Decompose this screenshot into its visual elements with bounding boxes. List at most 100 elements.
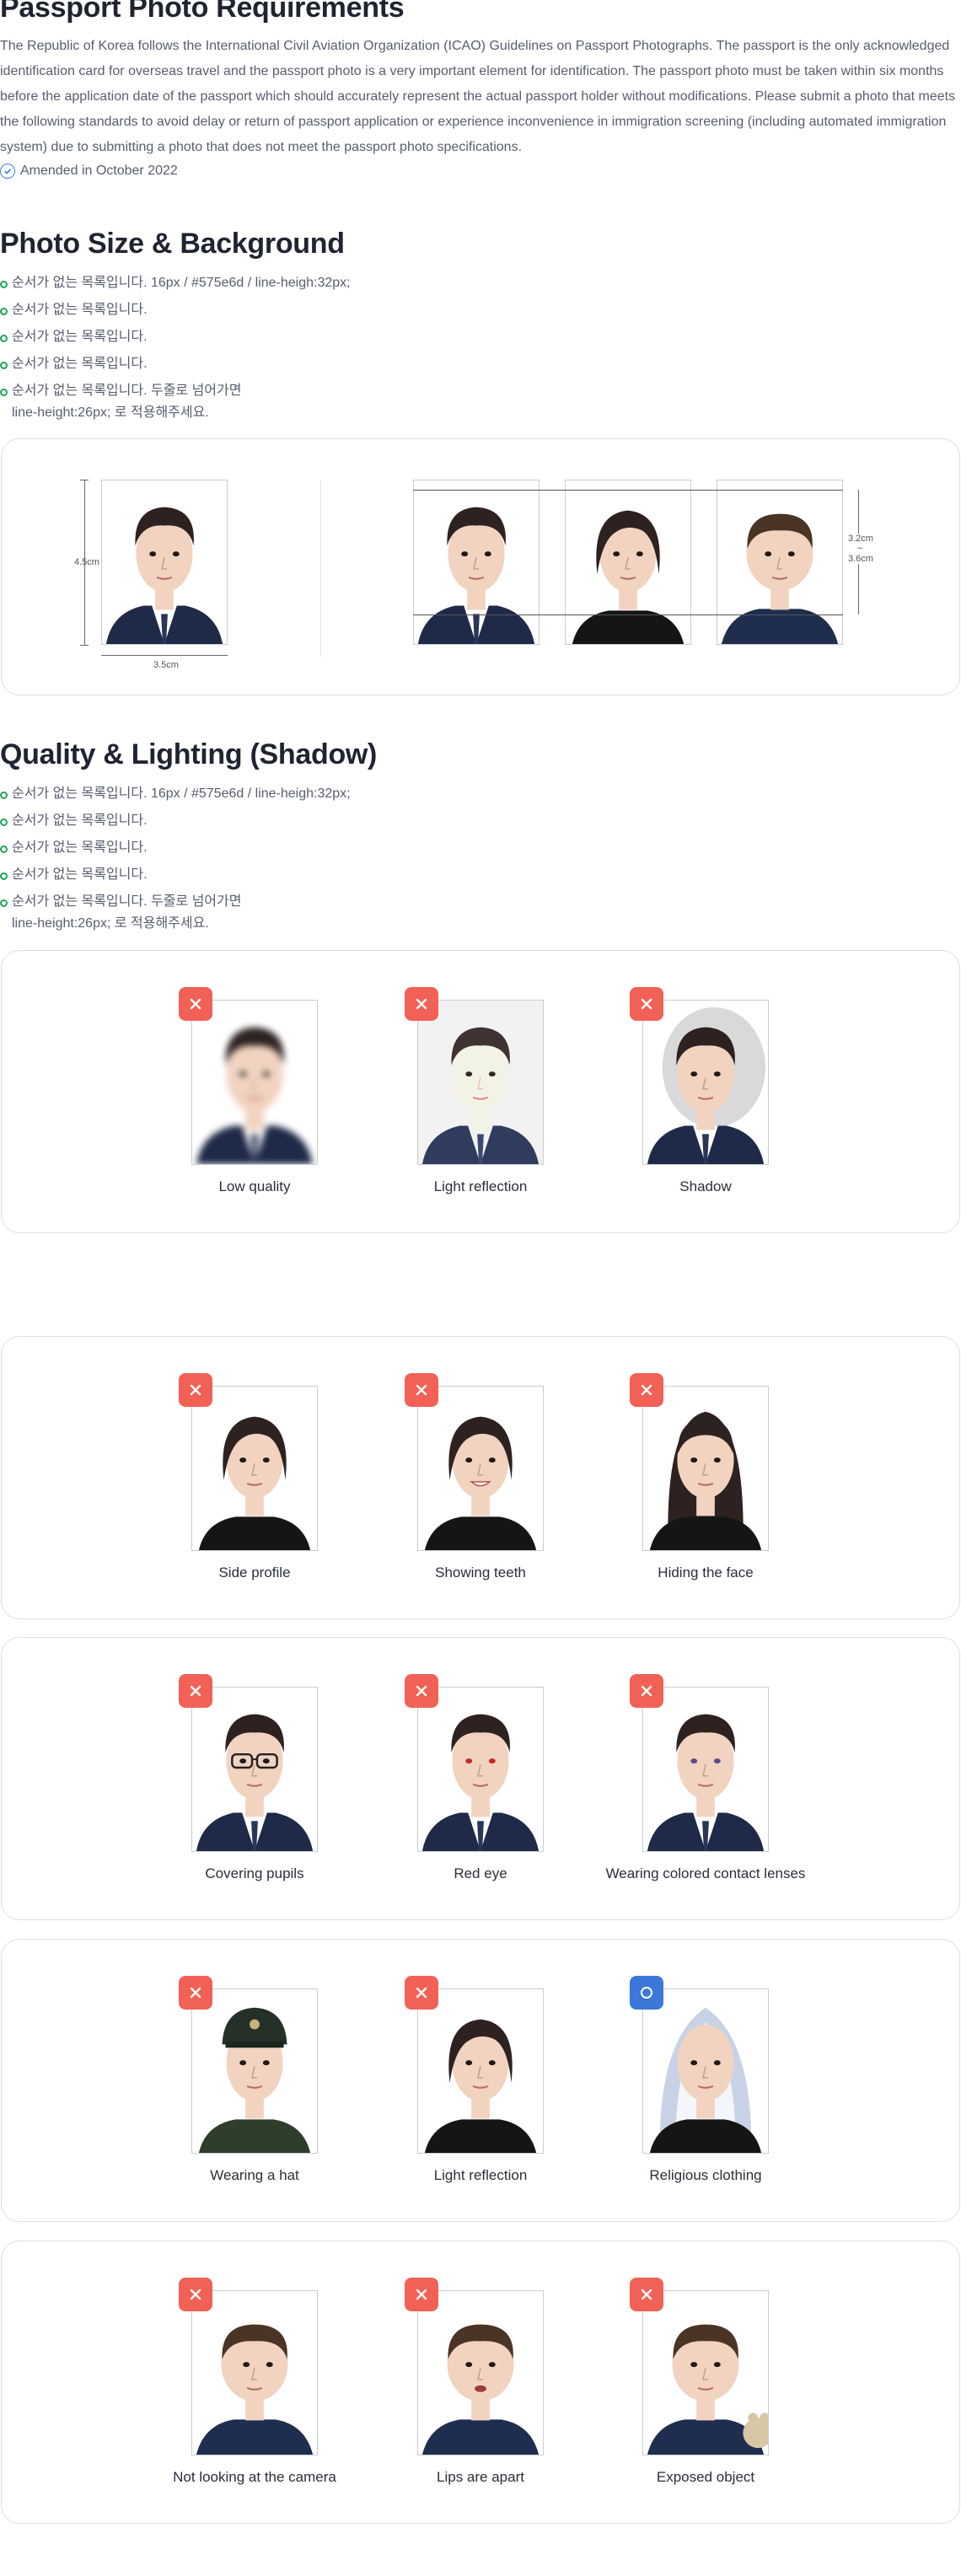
example-photo-child (717, 480, 843, 645)
list-item: 순서가 없는 목록입니다. 16px / #575e6d / line-heig… (0, 270, 351, 297)
list-item: 순서가 없는 목록입니다. 16px / #575e6d / line-heig… (0, 781, 351, 808)
allowed-badge (630, 1976, 663, 2010)
example-photo (417, 1386, 544, 1551)
close-icon (416, 2289, 427, 2300)
example-caption: Light reflection (433, 1178, 528, 1194)
close-icon (416, 1685, 427, 1697)
example-group-child: Not looking at the camera Lips are apart… (1, 2241, 960, 2524)
example-caption: Exposed object (656, 2469, 755, 2485)
not-allowed-badge (405, 1373, 438, 1407)
example-caption: Wearing a hat (210, 2167, 299, 2183)
close-icon (190, 1685, 201, 1697)
not-allowed-badge (179, 1976, 212, 2010)
example-caption: Covering pupils (205, 1865, 304, 1881)
dimension-tick (80, 645, 89, 646)
example-photo-woman (565, 480, 691, 645)
not-allowed-badge (405, 1976, 438, 2010)
chin-guide-line (413, 614, 843, 615)
example-photo (417, 1000, 544, 1165)
list-item: 순서가 없는 목록입니다. (0, 808, 351, 835)
example-group-face: Side profile Showing teeth Hiding the fa… (1, 1336, 960, 1619)
example-photo (191, 1386, 318, 1551)
example-photo (191, 1988, 318, 2154)
quality-bullet-list: 순서가 없는 목록입니다. 16px / #575e6d / line-heig… (0, 781, 351, 935)
list-item: 순서가 없는 목록입니다. (0, 835, 351, 861)
close-icon (416, 1987, 427, 1999)
close-icon (190, 998, 201, 1010)
list-item: 순서가 없는 목록입니다. (0, 351, 351, 378)
example-caption: Low quality (218, 1178, 291, 1194)
example-caption: Hiding the face (658, 1564, 754, 1580)
example-photo (417, 1687, 544, 1852)
head-height-range: ~ (856, 544, 863, 554)
example-caption: Shadow (679, 1178, 732, 1194)
not-allowed-badge (630, 1373, 663, 1407)
example-caption: Lips are apart (437, 2469, 524, 2485)
close-icon (641, 998, 652, 1010)
example-photo (191, 1687, 318, 1852)
section-heading-photo-size: Photo Size & Background (0, 228, 345, 260)
not-allowed-badge (630, 1674, 663, 1708)
list-item: 순서가 없는 목록입니다. 두줄로 넘어가면 line-height:26px; … (0, 378, 351, 424)
divider (320, 480, 321, 657)
not-allowed-badge (630, 987, 663, 1021)
list-item: 순서가 없는 목록입니다. (0, 861, 351, 888)
list-item: 순서가 없는 목록입니다. (0, 297, 351, 324)
example-photo-man (101, 480, 228, 645)
close-icon (190, 1987, 201, 1999)
close-icon (641, 1685, 652, 1697)
example-photo (417, 2290, 544, 2455)
example-photo (642, 2290, 769, 2455)
close-icon (641, 1384, 652, 1396)
example-photo (642, 1687, 769, 1852)
not-allowed-badge (179, 987, 212, 1021)
width-dimension-line (101, 655, 228, 656)
intro-paragraph: The Republic of Korea follows the Intern… (0, 39, 956, 154)
not-allowed-badge (405, 987, 438, 1021)
not-allowed-badge (630, 2278, 663, 2311)
amended-text: Amended in October 2022 (20, 164, 178, 178)
example-photo (417, 1988, 544, 2154)
example-caption: Side profile (218, 1564, 291, 1580)
example-photo (642, 1386, 769, 1551)
list-item: 순서가 없는 목록입니다. (0, 324, 351, 351)
example-group-eyes: Covering pupils Red eye Wearing colored … (1, 1637, 960, 1920)
photo-size-example-box: 4.5cm 3.5cm 3.2cm ~3.6cm (1, 438, 960, 695)
example-caption: Wearing colored contact lenses (605, 1865, 806, 1881)
close-icon (416, 998, 427, 1010)
example-caption: Light reflection (433, 2167, 528, 2183)
head-height-dimension-label: 3.2cm ~3.6cm (848, 534, 873, 564)
example-caption: Red eye (454, 1865, 507, 1881)
example-caption: Not looking at the camera (173, 2469, 336, 2485)
head-height-min: 3.2cm (848, 534, 873, 544)
head-top-guide-line (413, 490, 843, 491)
list-item-line: 순서가 없는 목록입니다. 두줄로 넘어가면 (12, 384, 242, 398)
height-dimension-label: 4.5cm (74, 557, 99, 567)
not-allowed-badge (179, 2278, 212, 2311)
list-item-line: line-height:26px; 로 적용해주세요. (12, 405, 209, 420)
close-icon (641, 2289, 652, 2300)
example-photo (642, 1000, 769, 1165)
circle-icon (641, 1987, 652, 1999)
example-photo-man (413, 480, 540, 645)
width-dimension-label: 3.5cm (153, 660, 179, 670)
not-allowed-badge (179, 1373, 212, 1407)
close-icon (190, 2289, 201, 2300)
list-item: 순서가 없는 목록입니다. 두줄로 넘어가면 line-height:26px; … (0, 888, 351, 935)
example-caption: Religious clothing (649, 2167, 762, 2183)
not-allowed-badge (179, 1674, 212, 1708)
list-item-line: 순서가 없는 목록입니다. 두줄로 넘어가면 (12, 894, 242, 909)
page-title: Passport Photo Requirements (0, 0, 405, 24)
not-allowed-badge (405, 2278, 438, 2311)
example-photo (191, 1000, 318, 1165)
head-height-max: 3.6cm (848, 554, 873, 564)
example-group-quality: Low quality Light reflection Shadow (1, 950, 960, 1233)
amended-note: Amended in October 2022 (0, 164, 178, 179)
example-caption: Showing teeth (435, 1564, 526, 1580)
close-icon (416, 1384, 427, 1396)
not-allowed-badge (405, 1674, 438, 1708)
list-item-line: line-height:26px; 로 적용해주세요. (12, 916, 209, 931)
close-icon (190, 1384, 201, 1396)
photo-size-bullet-list: 순서가 없는 목록입니다. 16px / #575e6d / line-heig… (0, 270, 351, 424)
example-photo (191, 2290, 318, 2455)
